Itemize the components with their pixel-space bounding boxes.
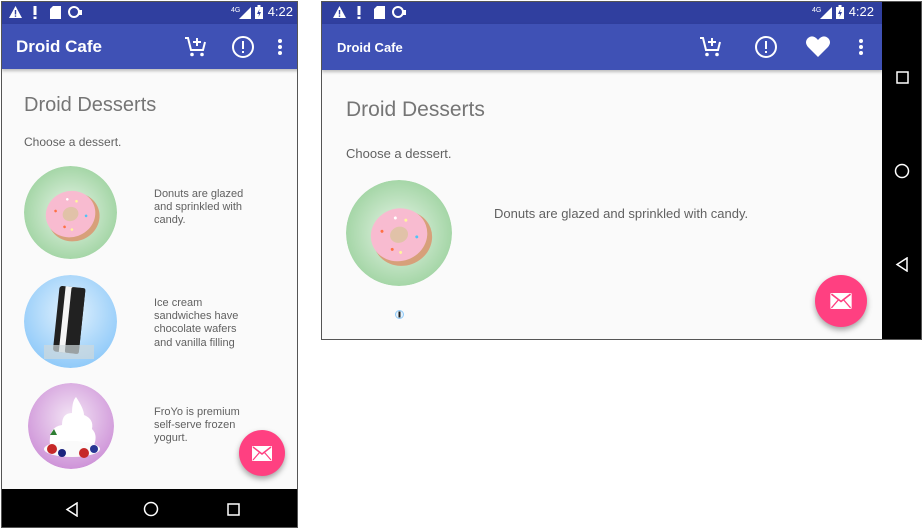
scroll-indicator-icon	[395, 306, 404, 324]
alert-icon	[352, 5, 366, 19]
sd-card-icon	[48, 5, 62, 19]
svg-text:4G: 4G	[231, 7, 240, 14]
heart-icon[interactable]	[804, 33, 832, 61]
page-title: Droid Desserts	[24, 94, 157, 116]
svg-text:4G: 4G	[812, 7, 821, 14]
recents-square-icon[interactable]	[221, 497, 245, 521]
ice-cream-sandwich-image[interactable]	[24, 275, 117, 368]
shopping-cart-add-icon[interactable]	[697, 33, 725, 61]
more-vert-icon[interactable]	[854, 33, 868, 61]
email-icon	[830, 293, 852, 309]
sd-card-icon	[372, 5, 386, 19]
back-triangle-icon[interactable]	[60, 497, 84, 521]
shopping-cart-add-icon[interactable]	[182, 33, 210, 61]
status-bar: 4G 4:22	[322, 2, 882, 24]
sync-icon	[68, 5, 82, 19]
app-title: Droid Cafe	[337, 40, 403, 55]
app-bar: Droid Cafe	[2, 24, 297, 69]
page-subtitle: Choose a dessert.	[346, 146, 452, 161]
donut-image[interactable]	[24, 166, 117, 259]
warning-icon	[332, 5, 346, 19]
home-circle-icon[interactable]	[139, 497, 163, 521]
page-subtitle: Choose a dessert.	[24, 135, 122, 149]
portrait-device: 4G 4:22 Droid Cafe Droid Desserts Choose…	[1, 1, 298, 528]
app-title: Droid Cafe	[16, 37, 102, 56]
sync-icon	[392, 5, 406, 19]
recents-square-icon[interactable]	[890, 65, 914, 89]
dessert-list: Droid Desserts Choose a dessert. Donuts …	[322, 70, 882, 339]
email-fab[interactable]	[239, 430, 285, 476]
more-vert-icon[interactable]	[273, 33, 287, 61]
froyo-image[interactable]	[28, 383, 114, 469]
donut-description: Donuts are glazed and sprinkled with can…	[154, 188, 244, 227]
landscape-device: 4G 4:22 Droid Cafe Droid Desserts Choose…	[321, 1, 922, 340]
ice-cream-sandwich-description: Ice cream sandwiches have chocolate wafe…	[154, 297, 239, 349]
clock: 4:22	[267, 4, 293, 19]
app-bar: Droid Cafe	[322, 24, 882, 70]
navigation-bar	[2, 489, 297, 527]
page-title: Droid Desserts	[346, 98, 485, 121]
alert-icon	[28, 5, 42, 19]
battery-icon	[836, 4, 845, 19]
signal-icon: 4G	[812, 5, 832, 19]
warning-icon	[8, 5, 22, 19]
navigation-bar	[882, 2, 921, 339]
clock: 4:22	[848, 4, 874, 19]
donut-image[interactable]	[346, 180, 452, 286]
froyo-description: FroYo is premium self-serve frozen yogur…	[154, 406, 240, 445]
email-icon	[252, 445, 272, 461]
email-fab[interactable]	[815, 275, 867, 327]
exclamation-circle-icon[interactable]	[752, 33, 780, 61]
exclamation-circle-icon[interactable]	[229, 33, 257, 61]
back-triangle-icon[interactable]	[890, 252, 914, 276]
status-bar: 4G 4:22	[2, 2, 297, 24]
home-circle-icon[interactable]	[890, 159, 914, 183]
donut-description: Donuts are glazed and sprinkled with can…	[494, 206, 749, 221]
dessert-list: Droid Desserts Choose a dessert. Donuts …	[2, 69, 297, 489]
battery-icon	[255, 4, 264, 19]
signal-icon: 4G	[231, 5, 251, 19]
